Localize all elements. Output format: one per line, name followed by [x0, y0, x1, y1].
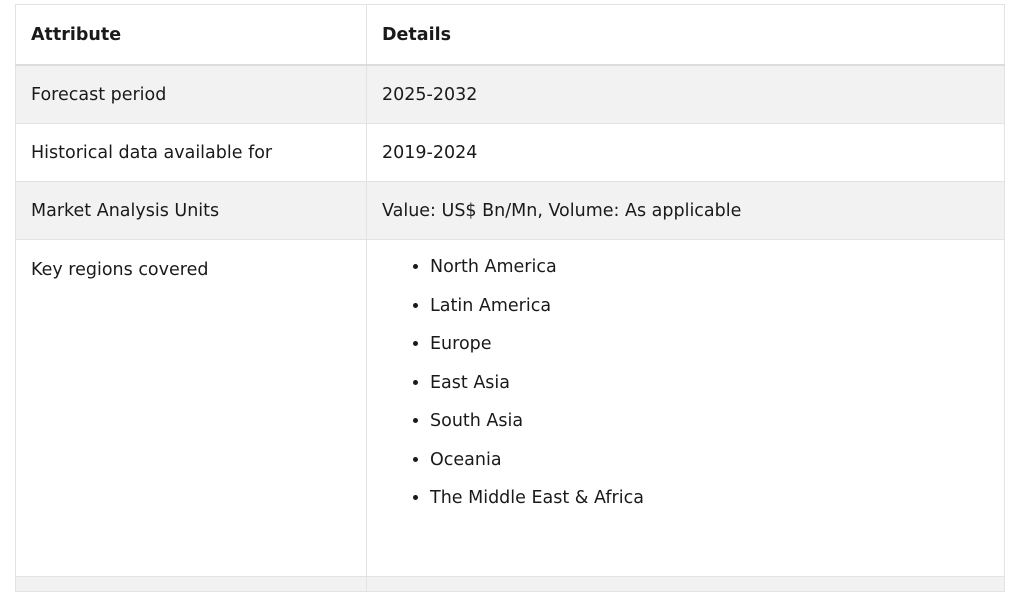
row-attribute: Historical data available for — [15, 123, 367, 182]
row-details: 2019-2024 — [366, 123, 1005, 182]
table-header-row: Attribute Details — [15, 4, 1005, 66]
header-attribute: Attribute — [15, 4, 367, 66]
table-row: Market Analysis Units Value: US$ Bn/Mn, … — [15, 181, 1005, 240]
table-row: Historical data available for 2019-2024 — [15, 123, 1005, 182]
list-item: Oceania — [430, 450, 989, 470]
list-item: The Middle East & Africa — [430, 488, 989, 508]
table-row: Forecast period 2025-2032 — [15, 64, 1005, 124]
list-item: Europe — [430, 334, 989, 354]
attributes-table: Attribute Details Forecast period 2025-2… — [15, 4, 1005, 592]
row-attribute: Market Analysis Units — [15, 181, 367, 240]
row-details — [366, 576, 1005, 592]
attributes-table-container: Attribute Details Forecast period 2025-2… — [15, 4, 1005, 592]
header-details: Details — [366, 4, 1005, 66]
row-details: 2025-2032 — [366, 64, 1005, 124]
row-attribute — [15, 576, 367, 592]
row-details: Value: US$ Bn/Mn, Volume: As applicable — [366, 181, 1005, 240]
table-row-regions: Key regions covered North America Latin … — [15, 239, 1005, 577]
table-row — [15, 576, 1005, 592]
list-item: East Asia — [430, 373, 989, 393]
row-attribute: Forecast period — [15, 64, 367, 124]
list-item: Latin America — [430, 296, 989, 316]
regions-cell: North America Latin America Europe East … — [366, 239, 1005, 577]
row-attribute: Key regions covered — [15, 239, 367, 577]
regions-list: North America Latin America Europe East … — [382, 257, 989, 508]
list-item: North America — [430, 257, 989, 277]
list-item: South Asia — [430, 411, 989, 431]
